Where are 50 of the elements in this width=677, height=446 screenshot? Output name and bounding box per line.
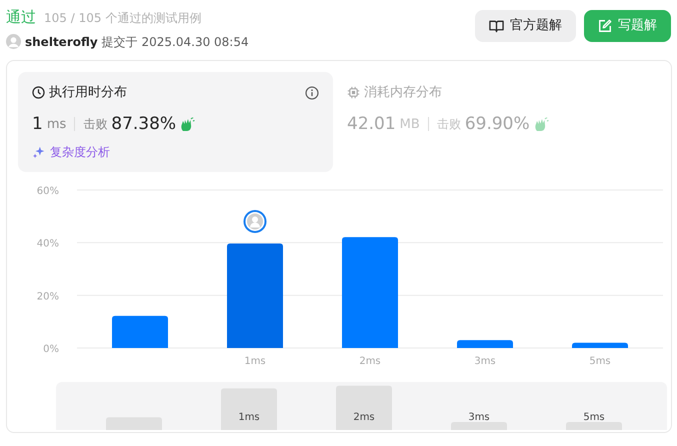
sparkle-icon [32, 145, 46, 159]
metric-unit: MB [400, 116, 420, 134]
overview-bar [566, 422, 622, 430]
tab-title: 消耗内存分布 [364, 84, 442, 102]
metric-value: 1 [32, 112, 43, 136]
status-text: 通过 [6, 7, 36, 28]
metric-tab[interactable]: 执行用时分布 1 ms 击败 87.38% 复杂度分析 [18, 72, 333, 172]
chart-bar[interactable] [112, 316, 168, 348]
overview-label: 5ms [583, 412, 605, 423]
test-summary: 105 / 105 个通过的测试用例 [44, 10, 202, 27]
x-axis-label: 5ms [589, 356, 611, 367]
official-solution-button[interactable]: 官方题解 [475, 10, 576, 42]
overview-label: 3ms [468, 412, 490, 423]
info-icon[interactable] [305, 86, 319, 100]
chart-bar[interactable] [457, 340, 513, 348]
metric-unit: ms [46, 116, 66, 134]
clapping-hands-icon [180, 116, 196, 132]
x-axis-label: 3ms [474, 356, 496, 367]
clapping-hands-icon [534, 116, 550, 132]
beats-label: 击败 [83, 116, 108, 134]
x-axis-label: 2ms [359, 356, 381, 367]
clock-icon [32, 86, 45, 100]
avatar-marker [244, 210, 266, 233]
overview-bar [221, 388, 277, 430]
edit-icon [598, 19, 612, 33]
avatar-icon [6, 34, 21, 49]
overview-bar [451, 422, 507, 430]
tab-title: 执行用时分布 [49, 84, 127, 102]
beats-label: 击败 [436, 116, 461, 134]
chart-bar[interactable] [572, 342, 628, 348]
overview-bar [336, 386, 392, 430]
y-axis-label: 20% [36, 291, 59, 302]
y-axis-label: 0% [43, 344, 59, 355]
overview-bar [106, 417, 162, 430]
y-axis-label: 40% [36, 238, 59, 250]
complexity-analysis-link[interactable]: 复杂度分析 [32, 143, 110, 161]
beats-percent: 87.38% [111, 112, 176, 136]
username-link[interactable]: shelterofly [25, 32, 98, 50]
beats-percent: 69.90% [464, 112, 530, 136]
metric-value: 42.01 [347, 112, 396, 136]
overview-label: 1ms [238, 412, 260, 423]
submission-time: 提交于 2025.04.30 08:54 [102, 34, 249, 50]
overview-label: 2ms [353, 412, 375, 423]
chip-icon [347, 86, 360, 100]
y-axis-label: 60% [36, 186, 59, 197]
chart-bar[interactable] [342, 237, 398, 348]
book-icon [489, 19, 504, 33]
chart-bar[interactable] [227, 243, 283, 348]
x-axis-label: 1ms [244, 356, 266, 367]
overview-panel[interactable]: 1ms 2ms 3ms 5ms [56, 382, 667, 430]
